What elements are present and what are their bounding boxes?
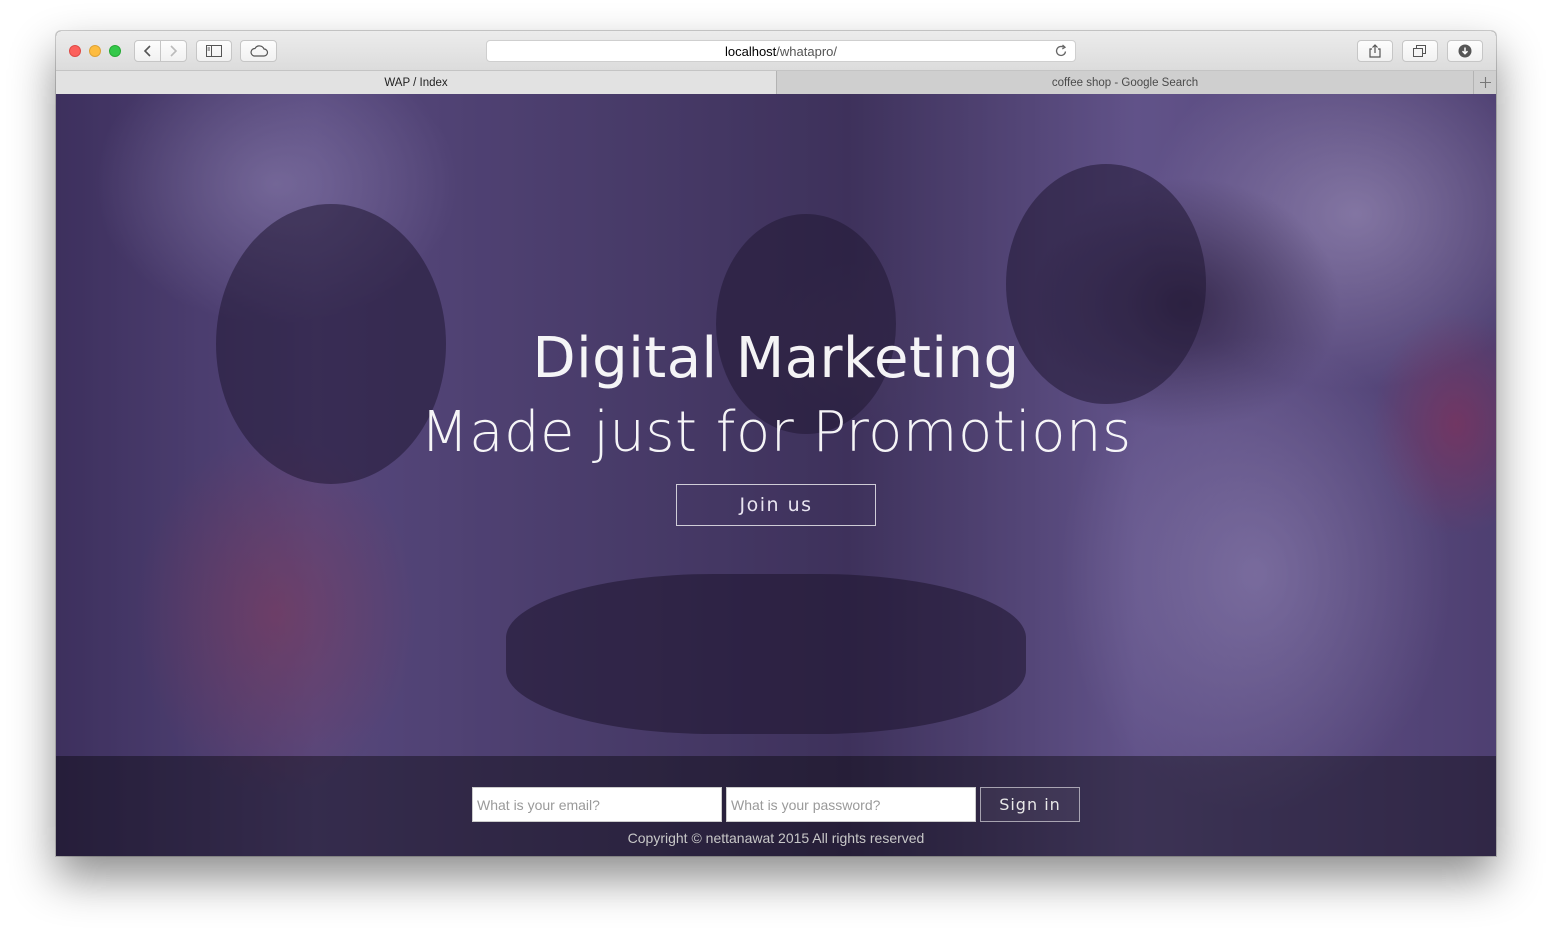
cloud-icon: [249, 45, 268, 57]
forward-button[interactable]: [161, 41, 186, 61]
reload-icon: [1055, 44, 1067, 57]
join-us-button[interactable]: Join us: [676, 484, 876, 526]
hero-title-line1: Digital Marketing: [532, 326, 1020, 391]
sidebar-button[interactable]: [196, 40, 232, 62]
address-bar[interactable]: localhost/whatapro/: [486, 40, 1076, 62]
background-photo-table: [506, 574, 1026, 734]
back-forward-group: [134, 40, 187, 62]
copyright-text: Copyright © nettanawat 2015 All rights r…: [627, 830, 925, 846]
landing-page: Digital Marketing Made just for Promotio…: [56, 94, 1496, 856]
new-tab-button[interactable]: [1473, 71, 1496, 94]
icloud-tabs-button[interactable]: [240, 40, 277, 62]
browser-toolbar: localhost/whatapro/: [56, 31, 1496, 71]
show-all-tabs-button[interactable]: [1402, 40, 1438, 62]
signin-footer: Sign in Copyright © nettanawat 2015 All …: [56, 756, 1496, 856]
password-field[interactable]: [726, 787, 976, 822]
sidebar-icon: [206, 45, 222, 57]
browser-window: localhost/whatapro/ WAP / Index coffee s…: [56, 31, 1496, 856]
zoom-window-button[interactable]: [109, 45, 121, 57]
tab-coffee-shop-search[interactable]: coffee shop - Google Search: [776, 71, 1473, 94]
chevron-right-icon: [170, 45, 178, 57]
plus-icon: [1479, 77, 1491, 88]
signin-form: Sign in: [472, 787, 1080, 822]
reload-button[interactable]: [1055, 44, 1068, 63]
tab-wap-index[interactable]: WAP / Index: [56, 71, 776, 94]
url-text: localhost/whatapro/: [487, 44, 1075, 59]
share-icon: [1369, 44, 1381, 58]
hero-headline: Digital Marketing Made just for Promotio…: [56, 322, 1496, 470]
back-button[interactable]: [135, 41, 160, 61]
sign-in-button[interactable]: Sign in: [980, 787, 1080, 822]
minimize-window-button[interactable]: [89, 45, 101, 57]
url-path: /whatapro/: [776, 44, 837, 59]
tabs-overview-icon: [1413, 44, 1426, 57]
url-host: localhost: [724, 44, 777, 59]
tab-bar: WAP / Index coffee shop - Google Search: [56, 71, 1496, 95]
hero-title-line2: Made just for Promotions: [420, 400, 1132, 465]
chevron-left-icon: [143, 45, 151, 57]
share-button[interactable]: [1357, 40, 1393, 62]
email-field[interactable]: [472, 787, 722, 822]
download-icon: [1458, 44, 1472, 58]
downloads-button[interactable]: [1447, 40, 1483, 62]
close-window-button[interactable]: [69, 45, 81, 57]
